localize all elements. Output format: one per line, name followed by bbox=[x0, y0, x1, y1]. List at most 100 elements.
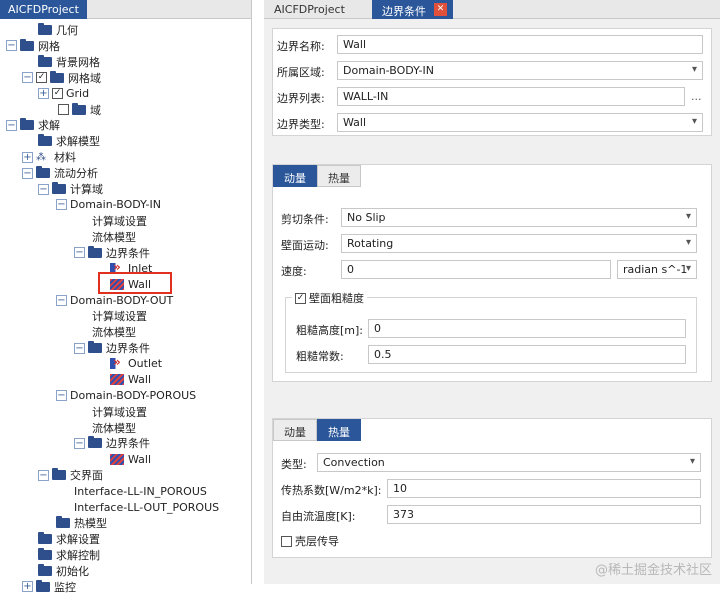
roughness-checkbox-label: 壁面粗糙度 bbox=[309, 292, 364, 305]
tree-item[interactable]: 计算域设置 bbox=[92, 404, 147, 420]
collapse-icon[interactable]: − bbox=[38, 183, 49, 195]
heat-type-select[interactable]: Convection bbox=[317, 453, 701, 472]
tree-item-label: 流体模型 bbox=[92, 326, 136, 340]
collapse-icon[interactable]: − bbox=[38, 469, 49, 481]
tree-item[interactable]: − 边界条件 bbox=[74, 245, 150, 261]
collapse-icon[interactable]: − bbox=[74, 247, 85, 259]
tree-item[interactable]: − 计算域 bbox=[38, 181, 103, 197]
tree-item[interactable]: Outlet bbox=[110, 355, 162, 372]
tree-item-label: 几何 bbox=[56, 24, 78, 37]
folder-icon bbox=[72, 102, 86, 115]
free-temp-input[interactable]: 373 bbox=[387, 505, 701, 524]
tree-checkbox[interactable]: ✓ bbox=[36, 72, 47, 84]
speed-unit-select[interactable]: radian s^-1 bbox=[617, 260, 697, 279]
tree-item[interactable]: 热模型 bbox=[56, 515, 107, 531]
boundary-name-input[interactable]: Wall bbox=[337, 35, 703, 54]
tree-item[interactable]: − Domain-BODY-POROUS bbox=[56, 388, 196, 404]
expand-icon[interactable]: + bbox=[22, 151, 33, 163]
collapse-icon[interactable]: − bbox=[56, 390, 67, 402]
collapse-icon[interactable]: − bbox=[6, 40, 17, 52]
tab-aicfdproject-tree[interactable]: AICFDProject bbox=[0, 0, 87, 19]
collapse-icon[interactable]: − bbox=[6, 119, 17, 131]
shear-select[interactable]: No Slip bbox=[341, 208, 697, 227]
folder-icon bbox=[52, 468, 66, 481]
speed-input[interactable]: 0 bbox=[341, 260, 611, 279]
tab-momentum[interactable]: 动量 bbox=[273, 419, 317, 441]
tree-checkbox[interactable] bbox=[58, 104, 69, 115]
tab-boundary-conditions[interactable]: 边界条件 ✕ bbox=[372, 0, 453, 19]
folder-icon bbox=[50, 70, 64, 83]
tree-item[interactable]: 几何 bbox=[38, 22, 78, 38]
tree-item[interactable]: Wall bbox=[110, 372, 151, 388]
close-icon[interactable]: ✕ bbox=[434, 3, 447, 16]
tree-item-label: Domain-BODY-POROUS bbox=[70, 389, 197, 403]
tree-item[interactable]: + ⁂ 材料 bbox=[22, 149, 76, 165]
tree-item[interactable]: 求解模型 bbox=[38, 133, 100, 149]
tree-item-label: Domain-BODY-IN bbox=[70, 198, 161, 212]
tree-item[interactable]: 流体模型 bbox=[92, 420, 136, 436]
browse-button[interactable]: ... bbox=[691, 90, 702, 103]
collapse-icon[interactable]: − bbox=[56, 294, 67, 306]
project-tree-panel: AICFDProject 几何 − 网格 背景网格 − ✓ 网格域 + ✓ Grid 域 − 求解 求解… bbox=[0, 0, 252, 594]
tree-item[interactable]: + 监控 bbox=[22, 579, 76, 595]
tree-item-label: 网格域 bbox=[68, 71, 101, 85]
tree-item[interactable]: Interface-LL-OUT_POROUS bbox=[74, 499, 219, 515]
tree-item[interactable]: 流体模型 bbox=[92, 229, 136, 245]
region-select[interactable]: Domain-BODY-IN bbox=[337, 61, 703, 80]
collapse-icon[interactable]: − bbox=[74, 437, 85, 449]
collapse-icon[interactable]: − bbox=[56, 199, 67, 211]
region-label: 所属区域: bbox=[277, 66, 325, 79]
expand-icon[interactable]: + bbox=[38, 88, 49, 100]
tree-item-label: 求解 bbox=[38, 119, 60, 133]
tree-item[interactable]: − Domain-BODY-IN bbox=[56, 197, 161, 213]
tree-item[interactable]: 计算域设置 bbox=[92, 308, 147, 324]
collapse-icon[interactable]: − bbox=[22, 72, 33, 84]
tree-item-label: 计算域设置 bbox=[92, 405, 147, 419]
expand-icon[interactable]: + bbox=[22, 581, 33, 592]
tree-item[interactable]: − 边界条件 bbox=[74, 340, 150, 356]
heat-coef-input[interactable]: 10 bbox=[387, 479, 701, 498]
shell-conduction-checkbox[interactable] bbox=[281, 535, 292, 547]
tree-item-label: 边界条件 bbox=[106, 246, 150, 260]
tree-item[interactable]: 域 bbox=[58, 102, 101, 118]
folder-icon bbox=[38, 134, 52, 147]
roughness-toggle[interactable]: ✓ 壁面粗糙度 bbox=[292, 290, 367, 306]
momentum-panel: 动量 热量 剪切条件: No Slip 壁面运动: Rotating 速度: 0… bbox=[272, 164, 712, 382]
tree-item[interactable]: − 求解 bbox=[6, 117, 60, 133]
tree-item[interactable]: 计算域设置 bbox=[92, 213, 147, 229]
tree-item[interactable]: 求解控制 bbox=[38, 547, 100, 563]
boundary-list-input[interactable]: WALL-IN bbox=[337, 87, 685, 106]
shell-conduction-label: 壳层传导 bbox=[295, 535, 339, 548]
tree-item[interactable]: − ✓ 网格域 bbox=[22, 70, 101, 86]
tree-item[interactable]: 流体模型 bbox=[92, 324, 136, 340]
boundary-type-select[interactable]: Wall bbox=[337, 113, 703, 132]
tree-item[interactable]: − Domain-BODY-OUT bbox=[56, 292, 173, 308]
tree-checkbox[interactable]: ✓ bbox=[52, 88, 63, 100]
wall-motion-select[interactable]: Rotating bbox=[341, 234, 697, 253]
tree-item[interactable]: Wall bbox=[110, 451, 151, 467]
shell-conduction-toggle[interactable]: 壳层传导 bbox=[281, 533, 339, 549]
rough-height-input[interactable]: 0 bbox=[368, 319, 686, 338]
tree-item[interactable]: Interface-LL-IN_POROUS bbox=[74, 483, 207, 499]
tree-item[interactable]: − 流动分析 bbox=[22, 165, 98, 181]
tree-item[interactable]: 求解设置 bbox=[38, 531, 100, 547]
tab-heat[interactable]: 热量 bbox=[317, 419, 361, 441]
tab-momentum[interactable]: 动量 bbox=[273, 165, 317, 187]
tab-aicfdproject[interactable]: AICFDProject bbox=[274, 3, 345, 16]
heat-panel: 动量 热量 类型: Convection 传热系数[W/m2*k]: 10 自由… bbox=[272, 418, 712, 558]
rough-const-input[interactable]: 0.5 bbox=[368, 345, 686, 364]
tree-item[interactable]: 初始化 bbox=[38, 563, 89, 579]
tree-item-label: 网格 bbox=[38, 39, 60, 53]
tree-item[interactable]: + ✓ Grid bbox=[38, 86, 89, 102]
tab-heat[interactable]: 热量 bbox=[317, 165, 361, 187]
collapse-icon[interactable]: − bbox=[74, 342, 85, 354]
tree-item[interactable]: − 交界面 bbox=[38, 467, 103, 483]
collapse-icon[interactable]: − bbox=[22, 167, 33, 179]
tree-item-label: Wall bbox=[128, 373, 152, 387]
roughness-checkbox[interactable]: ✓ bbox=[295, 292, 306, 304]
tree-item[interactable]: − 边界条件 bbox=[74, 435, 150, 451]
tree-item-label: 初始化 bbox=[56, 564, 89, 578]
tree-item[interactable]: − 网格 bbox=[6, 38, 60, 54]
tree-item[interactable]: 背景网格 bbox=[38, 54, 100, 70]
folder-icon bbox=[88, 245, 102, 258]
